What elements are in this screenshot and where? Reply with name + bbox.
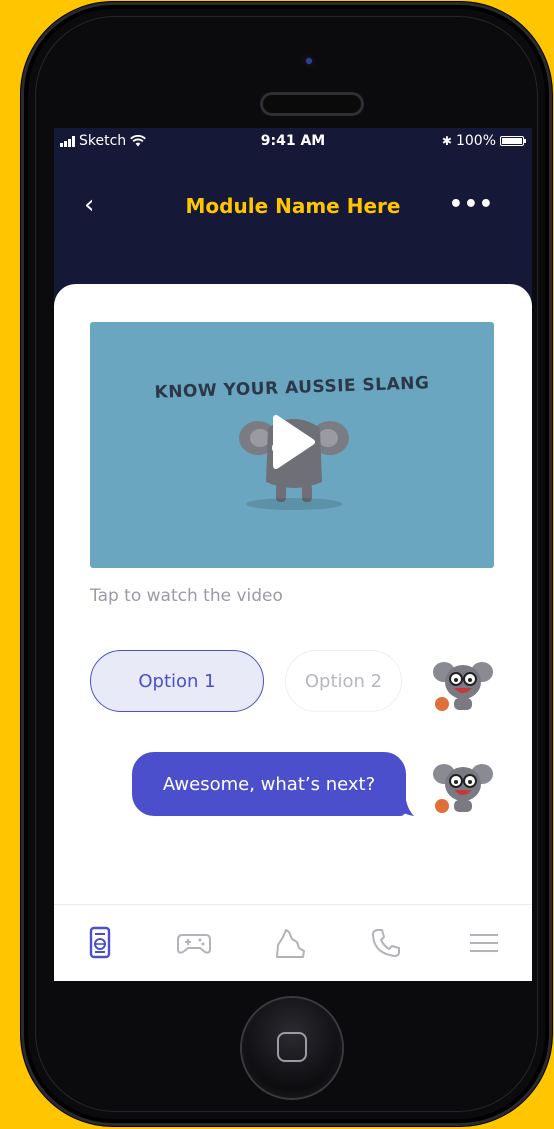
menu-icon[interactable] (464, 923, 504, 963)
content-card: KNOW YOUR AUSSIE SLANG Tap to watch the … (54, 284, 532, 981)
reply-bubble-tail (398, 800, 414, 816)
koala-shadow (246, 498, 342, 510)
home-button[interactable] (242, 998, 342, 1098)
video-player[interactable]: KNOW YOUR AUSSIE SLANG (90, 322, 494, 568)
video-title: KNOW YOUR AUSSIE SLANG (154, 373, 430, 403)
battery-icon (500, 136, 526, 146)
australia-map-icon[interactable] (270, 923, 310, 963)
koala-avatar-icon (433, 764, 493, 813)
gamepad-icon[interactable] (174, 923, 214, 963)
passport-icon[interactable] (80, 923, 120, 963)
koala-avatar-icon (433, 662, 493, 711)
option-1-button[interactable]: Option 1 (90, 650, 264, 712)
nav-bar: ‹ Module Name Here ••• (54, 178, 532, 234)
battery-percent: 100% (455, 133, 496, 149)
app-screen: Sketch 9:41 AM ✱ 100% ‹ Module Name Here… (54, 128, 532, 981)
front-camera (302, 54, 316, 68)
home-square-icon (277, 1032, 307, 1062)
phone-icon[interactable] (366, 923, 406, 963)
reply-bubble[interactable]: Awesome, what’s next? (132, 752, 406, 816)
tab-bar (54, 904, 532, 981)
status-bar: Sketch 9:41 AM ✱ 100% (54, 128, 532, 156)
option-2-button[interactable]: Option 2 (285, 650, 402, 712)
video-caption: Tap to watch the video (90, 586, 283, 606)
more-options-button[interactable]: ••• (449, 192, 494, 217)
play-icon[interactable] (272, 414, 316, 470)
bluetooth-icon: ✱ (441, 134, 452, 148)
earpiece-speaker (263, 95, 361, 113)
